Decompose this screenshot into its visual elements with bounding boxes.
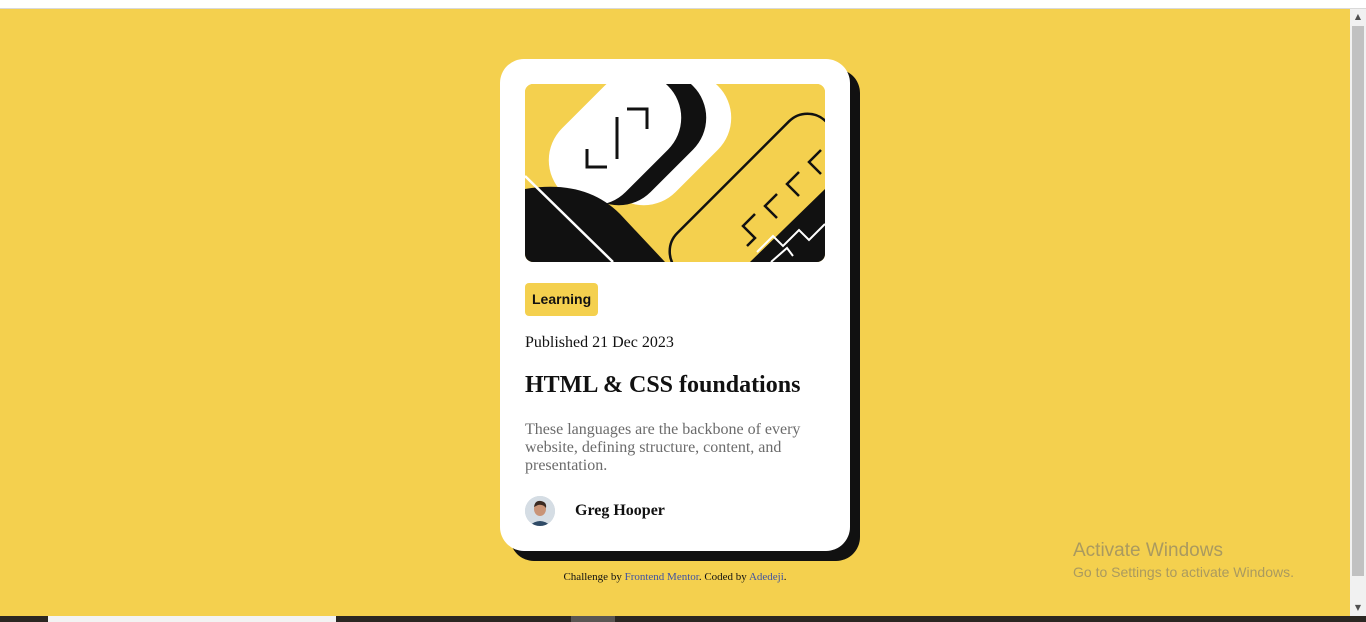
attribution-suffix: . — [783, 571, 787, 583]
author-link[interactable]: Adedeji — [749, 571, 784, 583]
author-avatar — [525, 496, 555, 526]
scrollbar-thumb[interactable] — [1352, 26, 1364, 576]
watermark-title: Activate Windows — [1073, 540, 1223, 561]
activate-windows-watermark: Activate Windows Go to Settings to activ… — [1073, 540, 1294, 580]
card-illustration — [525, 84, 825, 262]
card-title[interactable]: HTML & CSS foundations — [525, 372, 800, 399]
frontend-mentor-link[interactable]: Frontend Mentor — [625, 571, 699, 583]
category-tag: Learning — [525, 283, 599, 316]
taskbar — [0, 616, 1366, 622]
author-name: Greg Hooper — [575, 502, 665, 519]
vertical-scrollbar[interactable]: ▲ ▼ — [1350, 9, 1366, 616]
scroll-down-arrow-icon[interactable]: ▼ — [1350, 600, 1366, 616]
taskbar-search-box[interactable] — [48, 616, 336, 622]
browser-top-strip — [0, 0, 1366, 9]
taskbar-active-app[interactable] — [571, 616, 615, 622]
scroll-up-arrow-icon[interactable]: ▲ — [1350, 9, 1366, 25]
watermark-subtitle: Go to Settings to activate Windows. — [1073, 564, 1294, 580]
published-date: Published 21 Dec 2023 — [525, 334, 674, 351]
attribution-middle: . Coded by — [698, 571, 749, 583]
attribution-prefix: Challenge by — [563, 571, 625, 583]
card-description: These languages are the backbone of ever… — [525, 421, 801, 474]
blog-preview-card: Learning Published 21 Dec 2023 HTML & CS… — [500, 59, 850, 551]
